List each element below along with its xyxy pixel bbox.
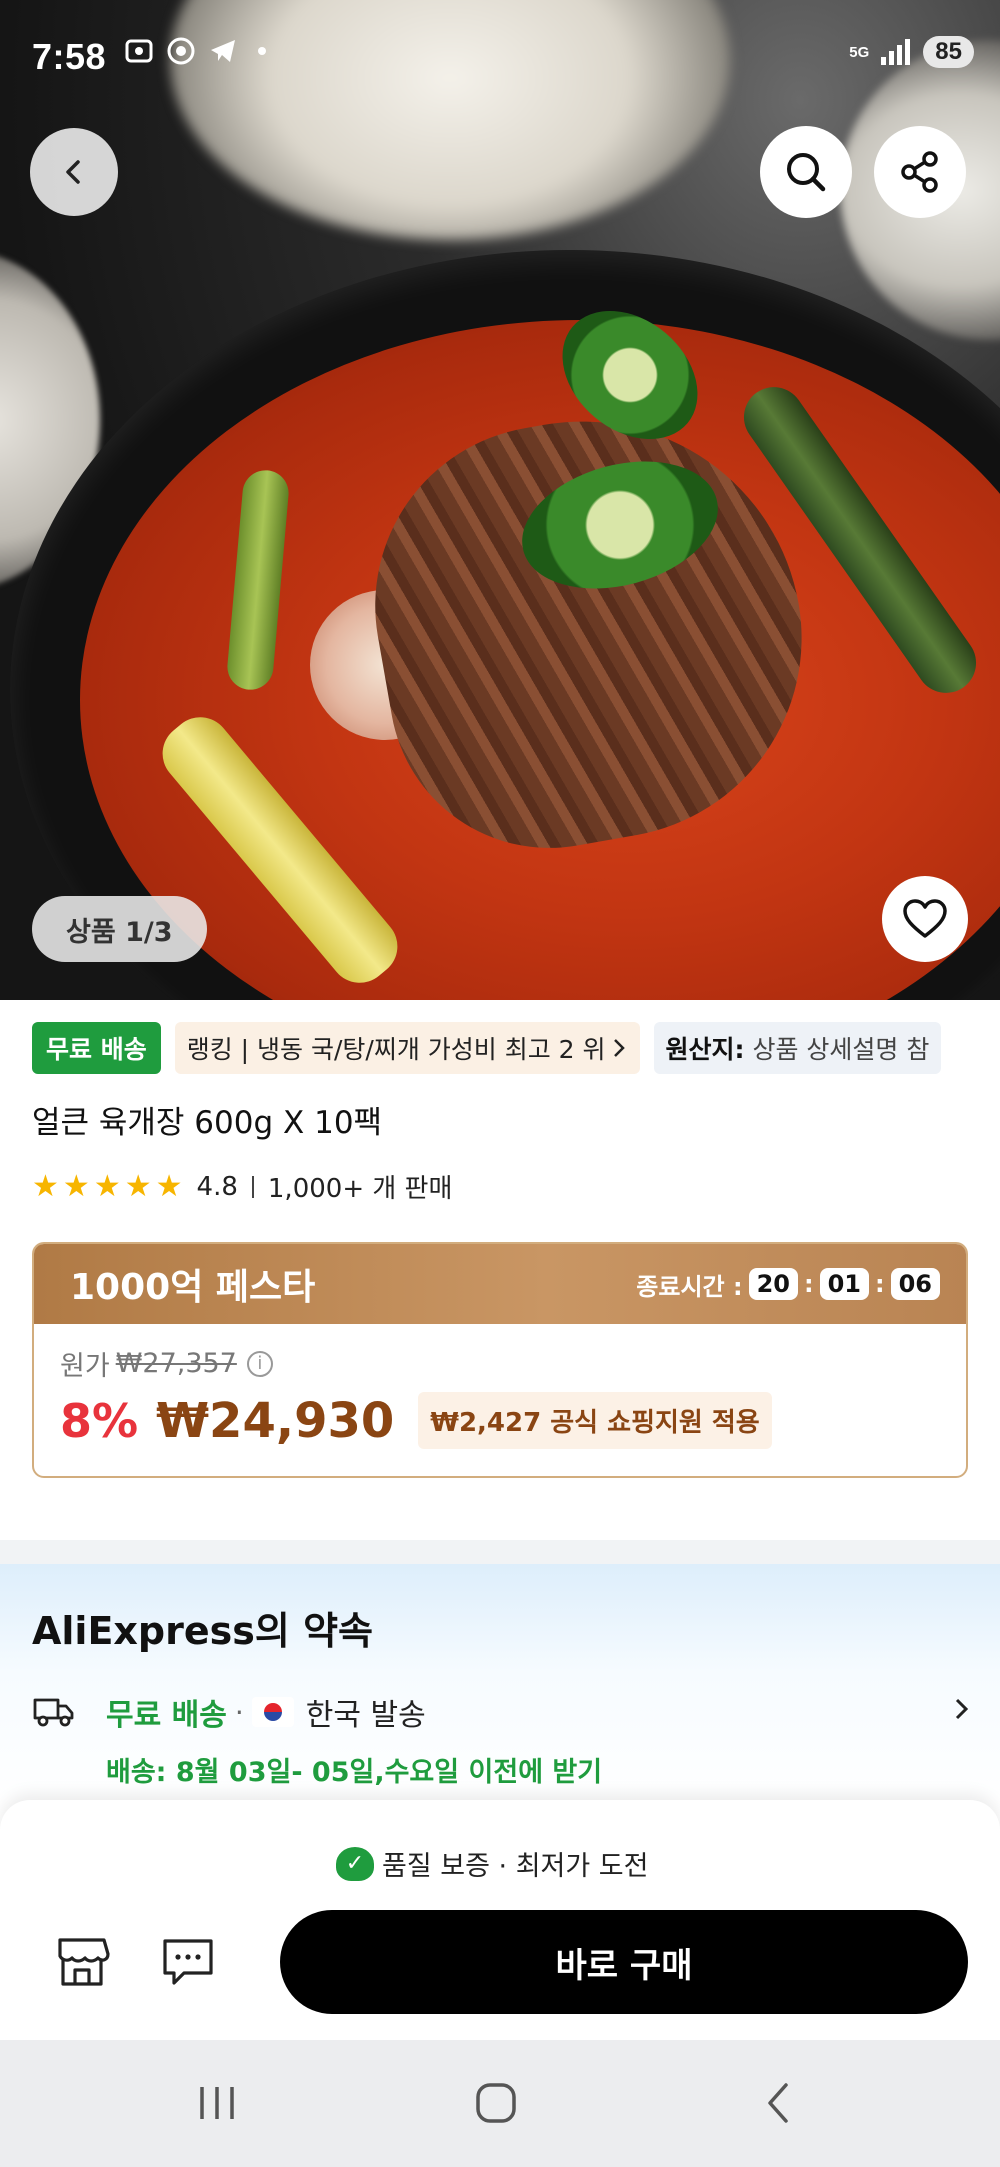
star-rating: ★ ★ ★ ★ ★ xyxy=(32,1169,183,1204)
status-system-icons: 5G 85 xyxy=(849,36,974,68)
chevron-right-icon xyxy=(955,1698,969,1720)
system-back-button[interactable] xyxy=(733,2068,823,2138)
festa-title: 1000억 페스타 xyxy=(62,1258,315,1310)
dot-separator: · xyxy=(234,1695,244,1729)
info-icon[interactable]: i xyxy=(246,1350,273,1377)
rating-row[interactable]: ★ ★ ★ ★ ★ 4.8 1,000+ 개 판매 xyxy=(32,1168,452,1205)
buy-now-button[interactable]: 바로 구매 xyxy=(280,1910,968,2014)
origin-value: 상품 상세설명 참 xyxy=(752,1035,930,1064)
status-bar: 7:58 5G 85 xyxy=(0,0,1000,110)
timer-seconds: 06 xyxy=(890,1268,940,1300)
ship-from: 한국 발송 xyxy=(305,1698,426,1733)
system-navigation-bar xyxy=(0,2040,1000,2167)
star-icon: ★ xyxy=(32,1169,59,1204)
store-icon xyxy=(58,1938,110,1986)
free-shipping-badge: 무료 배송 xyxy=(32,1022,161,1074)
sold-count: 1,000+ 개 판매 xyxy=(267,1174,453,1204)
star-icon: ★ xyxy=(155,1169,183,1204)
promise-title: AliExpress의 약속 xyxy=(32,1609,373,1653)
chrome-icon xyxy=(167,37,195,65)
discount-percent: 8% xyxy=(60,1393,139,1448)
back-button[interactable] xyxy=(30,128,118,216)
delivery-estimate: 배송: 8월 03일- 05일,수요일 이전에 받기 xyxy=(106,1757,603,1788)
screenshot-icon xyxy=(125,39,153,63)
check-shield-icon: ✓ xyxy=(336,1846,374,1881)
truck-icon xyxy=(33,1698,74,1727)
recent-apps-button[interactable] xyxy=(172,2068,262,2138)
ranking-label: 랭킹 | 냉동 국/탕/찌개 가성비 최고 2 위 xyxy=(186,1035,606,1064)
original-price-row: 원가 ₩27,357 i xyxy=(60,1344,273,1383)
product-title: 얼큰 육개장 600g X 10팩 xyxy=(32,1105,383,1141)
telegram-icon xyxy=(211,40,235,62)
image-counter: 상품 1/3 xyxy=(32,896,207,962)
quality-label: 품질 보증 · 최저가 도전 xyxy=(382,1851,649,1882)
store-button[interactable] xyxy=(52,1932,112,1992)
network-type-icon: 5G xyxy=(849,43,870,61)
back-icon xyxy=(768,2083,788,2123)
ranking-badge[interactable]: 랭킹 | 냉동 국/탕/찌개 가성비 최고 2 위 xyxy=(174,1022,640,1074)
star-icon: ★ xyxy=(62,1169,90,1204)
status-time: 7:58 xyxy=(32,36,107,77)
shipping-row[interactable]: 무료 배송 · 한국 발송 xyxy=(32,1686,972,1738)
korea-flag-icon xyxy=(251,1697,294,1727)
bottom-action-bar: ✓ 품질 보증 · 최저가 도전 바로 구매 xyxy=(0,1800,1000,2040)
star-icon: ★ xyxy=(124,1169,152,1204)
festa-price-box: 1000억 페스타 종료시간 : 20: 01: 06 원가 ₩27,357 i… xyxy=(32,1242,968,1478)
timer-minutes: 01 xyxy=(819,1268,869,1300)
battery-icon: 85 xyxy=(923,36,974,68)
rating-value: 4.8 xyxy=(196,1171,238,1202)
timer-label: 종료시간 : xyxy=(636,1272,743,1301)
heart-icon xyxy=(903,899,947,938)
share-button[interactable] xyxy=(874,126,966,218)
timer-hours: 20 xyxy=(748,1268,798,1300)
section-divider xyxy=(0,1540,1000,1564)
share-icon xyxy=(901,151,938,193)
origin-badge: 원산지: 상품 상세설명 참 xyxy=(653,1022,942,1074)
price-row: 8% ₩24,930 ₩2,427 공식 쇼핑지원 적용 xyxy=(60,1392,772,1449)
original-price-label: 원가 xyxy=(60,1351,110,1382)
wishlist-button[interactable] xyxy=(882,876,968,962)
countdown-timer: 종료시간 : 20: 01: 06 xyxy=(636,1267,940,1302)
search-icon xyxy=(787,153,826,192)
chevron-left-icon xyxy=(66,160,80,184)
product-image[interactable]: 7:58 5G 85 상품 1/3 xyxy=(0,0,1000,1000)
original-price: ₩27,357 xyxy=(115,1348,237,1379)
shipping-free-label: 무료 배송 xyxy=(106,1698,227,1733)
festa-header: 1000억 페스타 종료시간 : 20: 01: 06 xyxy=(34,1244,966,1324)
chat-icon xyxy=(163,1939,213,1985)
recent-apps-icon xyxy=(200,2087,234,2119)
sale-price: ₩24,930 xyxy=(156,1392,395,1449)
chat-button[interactable] xyxy=(158,1932,218,1992)
star-icon: ★ xyxy=(93,1169,121,1204)
coupon-badge: ₩2,427 공식 쇼핑지원 적용 xyxy=(418,1392,772,1449)
origin-label: 원산지: xyxy=(665,1035,745,1064)
signal-icon xyxy=(881,39,911,65)
more-dot-icon xyxy=(258,47,266,55)
chevron-right-icon xyxy=(613,1039,625,1057)
search-button[interactable] xyxy=(760,126,852,218)
status-notification-icons xyxy=(124,36,266,66)
product-tags: 무료 배송 랭킹 | 냉동 국/탕/찌개 가성비 최고 2 위 원산지: 상품 … xyxy=(32,1022,942,1074)
home-icon xyxy=(476,2083,516,2123)
quality-guarantee: ✓ 품질 보증 · 최저가 도전 xyxy=(336,1844,648,1883)
home-button[interactable] xyxy=(451,2068,541,2138)
separator xyxy=(251,1175,254,1198)
